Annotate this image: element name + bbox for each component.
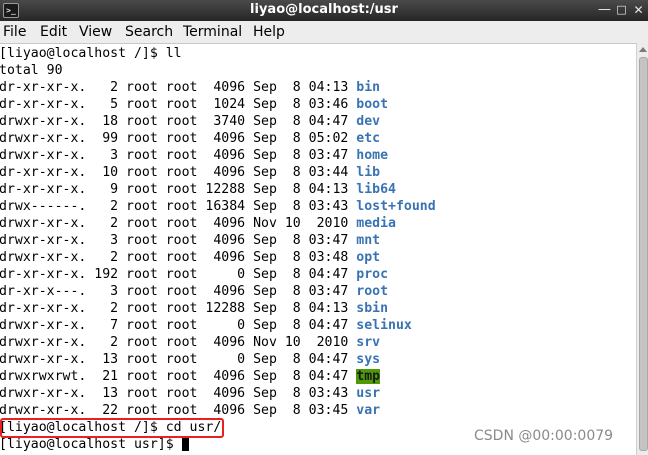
file-meta: dr-xr-xr-x. 5 root root 1024 Sep 8 03:46 [0, 97, 357, 112]
directory-name: lib64 [356, 182, 396, 197]
menu-file[interactable]: File [3, 24, 26, 40]
directory-name: tmp [356, 369, 381, 384]
menu-bar: File Edit View Search Terminal Help [0, 21, 648, 44]
directory-name: srv [356, 335, 381, 350]
window-title: liyao@localhost:/usr [250, 2, 398, 17]
directory-name: etc [356, 131, 381, 146]
directory-name: sys [356, 352, 381, 367]
file-meta: drwxr-xr-x. 2 root root 4096 Nov 10 2010 [0, 216, 357, 231]
listing-row: drwxr-xr-x. 2 root root 4096 Sep 8 03:48… [0, 249, 380, 266]
listing-row: drwxr-xr-x. 13 root root 4096 Sep 8 03:4… [0, 385, 380, 402]
file-meta: dr-xr-x---. 3 root root 4096 Sep 8 03:47 [0, 284, 357, 299]
directory-name: usr [356, 386, 381, 401]
menu-view[interactable]: View [79, 24, 112, 40]
file-meta: drwx------. 2 root root 16384 Sep 8 03:4… [0, 199, 357, 214]
text-cursor [181, 436, 189, 451]
file-meta: drwxr-xr-x. 99 root root 4096 Sep 8 05:0… [0, 131, 357, 146]
file-meta: dr-xr-xr-x. 192 root root 0 Sep 8 04:47 [0, 267, 357, 282]
listing-row: dr-xr-xr-x. 10 root root 4096 Sep 8 03:4… [0, 164, 380, 181]
file-meta: dr-xr-xr-x. 2 root root 12288 Sep 8 04:1… [0, 301, 357, 316]
maximize-icon[interactable]: □ [613, 2, 630, 18]
listing-row: dr-xr-xr-x. 2 root root 4096 Sep 8 04:13… [0, 79, 380, 96]
listing-row: drwxrwxrwt. 21 root root 4096 Sep 8 04:4… [0, 368, 381, 385]
listing-row: drwxr-xr-x. 2 root root 4096 Nov 10 2010… [0, 334, 380, 351]
directory-name: dev [356, 114, 381, 129]
menu-help[interactable]: Help [253, 24, 285, 40]
file-meta: dr-xr-xr-x. 10 root root 4096 Sep 8 03:4… [0, 165, 357, 180]
menu-edit[interactable]: Edit [40, 24, 67, 40]
file-meta: drwxr-xr-x. 2 root root 4096 Sep 8 03:48 [0, 250, 357, 265]
file-meta: drwxr-xr-x. 13 root root 0 Sep 8 04:47 [0, 352, 357, 367]
total-line: total 90 [0, 63, 63, 78]
directory-name: selinux [356, 318, 412, 333]
listing-row: dr-xr-xr-x. 192 root root 0 Sep 8 04:47 … [0, 266, 388, 283]
menu-terminal[interactable]: Terminal [183, 24, 242, 40]
file-meta: dr-xr-xr-x. 9 root root 12288 Sep 8 04:1… [0, 182, 357, 197]
listing-row: drwx------. 2 root root 16384 Sep 8 03:4… [0, 198, 436, 215]
scroll-up-arrow-icon[interactable] [639, 47, 647, 52]
listing-row: drwxr-xr-x. 13 root root 0 Sep 8 04:47 s… [0, 351, 380, 368]
minimize-icon[interactable]: — [596, 2, 613, 18]
listing-row: drwxr-xr-x. 99 root root 4096 Sep 8 05:0… [0, 130, 380, 147]
directory-name: lib [356, 165, 381, 180]
directory-name: mnt [356, 233, 381, 248]
file-meta: drwxr-xr-x. 3 root root 4096 Sep 8 03:47 [0, 233, 357, 248]
title-bar[interactable]: >_ liyao@localhost:/usr — □ ✕ [0, 0, 648, 21]
listing-row: drwxr-xr-x. 18 root root 3740 Sep 8 04:4… [0, 113, 380, 130]
prompt: [liyao@localhost usr]$ [0, 437, 182, 452]
directory-name: media [356, 216, 396, 231]
listing-row: dr-xr-xr-x. 5 root root 1024 Sep 8 03:46… [0, 96, 388, 113]
file-meta: drwxr-xr-x. 3 root root 4096 Sep 8 03:47 [0, 148, 357, 163]
menu-search[interactable]: Search [125, 24, 173, 40]
scrollbar-thumb[interactable] [639, 57, 648, 451]
directory-name: lost+found [356, 199, 436, 214]
listing-row: dr-xr-xr-x. 2 root root 12288 Sep 8 04:1… [0, 300, 388, 317]
current-prompt-line: [liyao@localhost usr]$ [0, 436, 189, 453]
directory-name: proc [356, 267, 389, 282]
listing-row: dr-xr-xr-x. 9 root root 12288 Sep 8 04:1… [0, 181, 396, 198]
prompt: [liyao@localhost /]$ [0, 46, 166, 61]
directory-name: root [356, 284, 389, 299]
directory-name: boot [356, 97, 389, 112]
file-meta: drwxrwxrwt. 21 root root 4096 Sep 8 04:4… [0, 369, 357, 384]
directory-name: sbin [356, 301, 389, 316]
watermark: CSDN @00:00:0079 [474, 428, 614, 444]
prompt-line: [liyao@localhost /]$ ll [0, 45, 182, 62]
listing-row: drwxr-xr-x. 7 root root 0 Sep 8 04:47 se… [0, 317, 412, 334]
file-meta: drwxr-xr-x. 7 root root 0 Sep 8 04:47 [0, 318, 357, 333]
highlight-annotation-box [0, 418, 224, 438]
directory-name: var [356, 403, 381, 418]
listing-row: drwxr-xr-x. 3 root root 4096 Sep 8 03:47… [0, 147, 388, 164]
file-meta: drwxr-xr-x. 18 root root 3740 Sep 8 04:4… [0, 114, 357, 129]
listing-row: dr-xr-x---. 3 root root 4096 Sep 8 03:47… [0, 283, 388, 300]
file-meta: drwxr-xr-x. 2 root root 4096 Nov 10 2010 [0, 335, 357, 350]
directory-name: home [356, 148, 389, 163]
file-meta: drwxr-xr-x. 22 root root 4096 Sep 8 03:4… [0, 403, 357, 418]
close-icon[interactable]: ✕ [630, 2, 647, 18]
listing-row: drwxr-xr-x. 3 root root 4096 Sep 8 03:47… [0, 232, 380, 249]
listing-row: drwxr-xr-x. 22 root root 4096 Sep 8 03:4… [0, 402, 380, 419]
command-text: ll [165, 46, 182, 61]
file-meta: dr-xr-xr-x. 2 root root 4096 Sep 8 04:13 [0, 80, 357, 95]
listing-row: drwxr-xr-x. 2 root root 4096 Nov 10 2010… [0, 215, 396, 232]
directory-name: bin [356, 80, 381, 95]
terminal-output[interactable]: [liyao@localhost /]$ ll total 90 dr-xr-x… [0, 43, 636, 455]
directory-name: opt [356, 250, 381, 265]
vertical-scrollbar[interactable] [636, 43, 648, 455]
file-meta: drwxr-xr-x. 13 root root 4096 Sep 8 03:4… [0, 386, 357, 401]
